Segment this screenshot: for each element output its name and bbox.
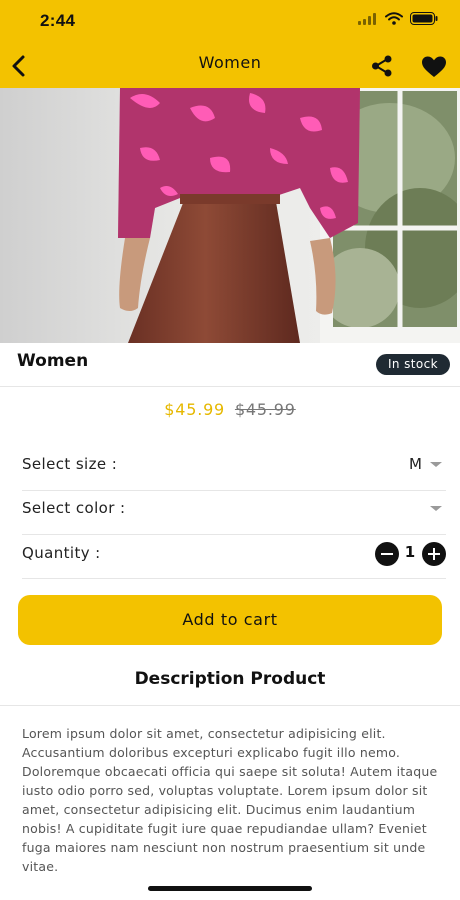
divider (0, 386, 460, 387)
wifi-icon (385, 12, 403, 25)
chevron-down-icon (430, 506, 442, 511)
divider (0, 705, 460, 706)
price-old: $45.99 (234, 400, 296, 419)
chevron-down-icon (430, 462, 442, 467)
price-current: $45.99 (164, 400, 226, 419)
battery-icon (410, 12, 438, 25)
add-to-cart-button[interactable]: Add to cart (18, 595, 442, 645)
share-icon[interactable] (370, 54, 394, 78)
size-label: Select size : (22, 455, 118, 473)
price-row: $45.99 $45.99 (0, 400, 460, 419)
stock-badge: In stock (376, 354, 450, 375)
quantity-label: Quantity : (22, 544, 101, 562)
color-selector[interactable]: Select color : (22, 487, 446, 531)
plus-icon[interactable] (422, 542, 446, 566)
status-icons (358, 12, 438, 25)
quantity-value: 1 (404, 543, 416, 561)
product-name: Women (17, 351, 89, 371)
home-indicator (148, 886, 312, 891)
quantity-stepper: Quantity : 1 (22, 532, 446, 576)
top-bar: 2:44 Women (0, 0, 460, 88)
status-time: 2:44 (40, 11, 76, 30)
divider (22, 578, 446, 579)
size-value: M (409, 455, 422, 473)
size-selector[interactable]: Select size : M (22, 443, 446, 487)
heart-icon[interactable] (421, 55, 447, 79)
description-title: Description Product (134, 669, 326, 689)
product-image (0, 88, 460, 343)
signal-icon (358, 12, 376, 25)
color-label: Select color : (22, 499, 126, 517)
minus-icon[interactable] (375, 542, 399, 566)
description-body: Lorem ipsum dolor sit amet, consectetur … (22, 726, 438, 874)
